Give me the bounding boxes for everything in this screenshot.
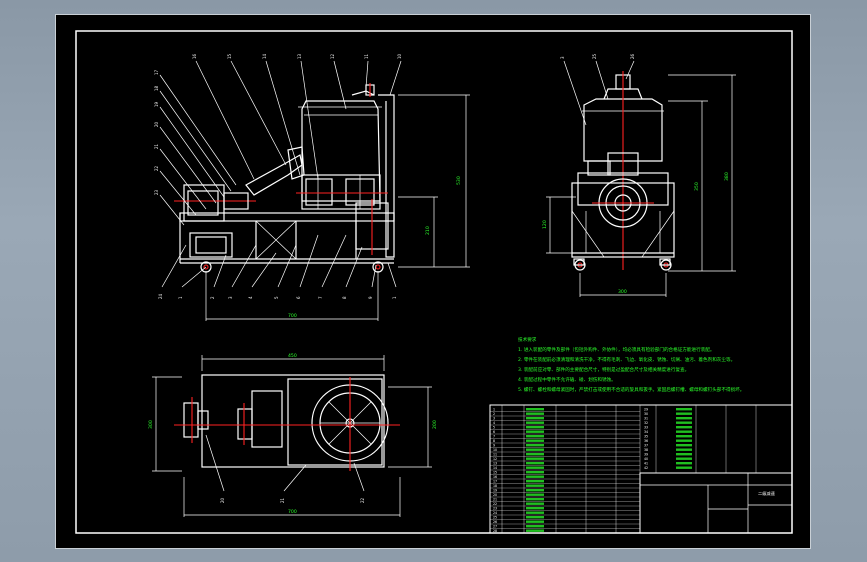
- front-bottom-label: 5: [274, 296, 279, 299]
- title-block-name: 二级减速: [758, 490, 776, 497]
- front-bottom-label: 2: [210, 296, 215, 299]
- front-bottom-label: 7: [318, 296, 323, 299]
- dim-side-height-c: 120: [542, 220, 548, 229]
- plan-bottom-label: 21: [280, 497, 285, 503]
- front-left-label: 23: [154, 189, 159, 195]
- side-top-label: 26: [630, 53, 635, 59]
- front-top-label: 11: [364, 53, 369, 59]
- front-bottom-label: 4: [248, 296, 253, 299]
- front-bottom-label: 1: [392, 296, 397, 299]
- tech-req-line: 3. 装配前应对零、部件的主要配合尺寸，特别是过盈配合尺寸及相关精度进行复查。: [518, 366, 689, 373]
- plan-bottom-label: 20: [220, 497, 225, 503]
- front-bottom-label: 3: [228, 296, 233, 299]
- front-bottom-label: 6: [296, 296, 301, 299]
- cad-viewport[interactable]: 1 2 3 4 5 6 7 8 9 10 11 12 13 14 15 16 17 18 19 20 21 22 23 24 2…: [55, 14, 811, 549]
- front-left-label: 19: [154, 101, 159, 107]
- front-top-label: 15: [227, 53, 232, 59]
- dim-plan-right-height: 200: [432, 420, 438, 429]
- tech-req-line: 1. 进入装配的零件及部件（包括外购件、外协件），均必须具有检验部门的合格证方能…: [518, 346, 715, 353]
- front-top-label: 13: [297, 53, 302, 59]
- dim-side-height-a: 380: [724, 172, 730, 181]
- dim-front-height-partial: 210: [425, 226, 431, 235]
- dim-plan-top-width: 450: [288, 353, 297, 359]
- dim-side-height-b: 350: [694, 182, 700, 191]
- front-top-label: 14: [262, 53, 267, 59]
- tech-req-line: 4. 装配过程中零件不允许磕、碰、划伤和锈蚀。: [518, 376, 616, 383]
- side-top-label: 25: [592, 53, 597, 59]
- dim-front-width: 700: [288, 313, 297, 319]
- front-top-label: 16: [192, 53, 197, 59]
- annotation-layer: 技术要求 1. 进入装配的零件及部件（包括外购件、外协件），均必须具有检验部门的…: [148, 53, 776, 515]
- front-bottom-label: 8: [342, 296, 347, 299]
- front-left-label: 18: [154, 85, 159, 91]
- tech-req-line: 5. 螺钉、螺栓和螺母紧固时，严禁打击或使用不合适的旋具和扳手。紧固后螺钉槽、螺…: [518, 386, 744, 393]
- front-bottom-label: 24: [158, 293, 163, 299]
- tech-req-line: 2. 零件在装配前必须清理和清洗干净，不得有毛刺、飞边、氧化皮、锈蚀、切屑、油污…: [518, 356, 735, 363]
- plan-bottom-label: 22: [360, 497, 365, 503]
- dim-front-height-total: 530: [456, 176, 462, 185]
- tech-req-heading: 技术要求: [518, 336, 537, 343]
- dim-plan-bottom-width: 700: [288, 509, 297, 515]
- front-bottom-label: 1: [178, 296, 183, 299]
- front-left-label: 20: [154, 121, 159, 127]
- dim-plan-left-height: 300: [148, 420, 154, 429]
- front-left-label: 22: [154, 165, 159, 171]
- front-left-label: 17: [154, 69, 159, 75]
- front-top-label: 10: [397, 53, 402, 59]
- front-left-label: 21: [154, 143, 159, 149]
- side-top-label: 3: [560, 56, 565, 59]
- front-bottom-label: 9: [368, 296, 373, 299]
- front-top-label: 12: [330, 53, 335, 59]
- dim-side-width: 300: [618, 289, 627, 295]
